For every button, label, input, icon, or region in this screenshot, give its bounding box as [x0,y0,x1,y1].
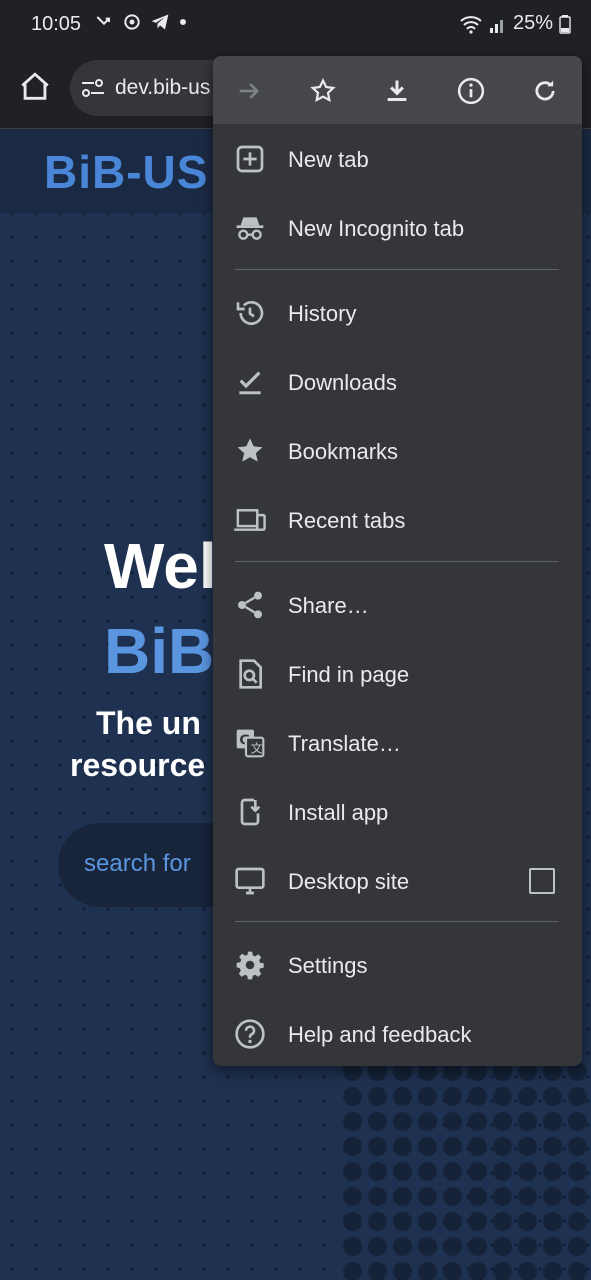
downloads-icon [239,371,261,395]
hero-tagline-line2: resource [70,747,206,783]
menu-item-label: Share… [288,593,369,618]
wifi-icon [460,15,482,34]
menu-item-install-app[interactable]: Install app [213,780,582,844]
menu-item-new-incognito-tab[interactable]: New Incognito tab [213,196,582,260]
menu-item-bookmarks[interactable]: Bookmarks [213,419,582,483]
share-icon [238,591,262,619]
notification-icons [94,12,188,32]
refresh-icon [535,80,555,101]
desktop-site-checkbox[interactable] [529,868,555,894]
hero-title-line1: Wel [104,530,217,602]
translate-icon: G文 [236,729,265,758]
battery-percentage: 25% [512,12,553,34]
status-right: 25% [459,12,571,35]
desktop-site-icon [235,867,265,895]
menu-item-find-in-page[interactable]: Find in page [213,642,582,706]
page-info-button[interactable] [449,69,493,113]
url-text: dev.bib-us [115,76,211,99]
menu-divider [235,561,559,562]
site-settings-icon[interactable] [80,76,106,100]
download-page-button[interactable] [375,69,419,113]
settings-icon [236,951,264,980]
menu-item-translate[interactable]: G文 Translate… [213,711,582,775]
menu-item-label: Bookmarks [288,439,399,464]
app-notification-icon [124,14,140,30]
menu-item-desktop-site[interactable]: Desktop site [213,849,582,913]
download-icon [387,80,407,102]
menu-item-settings[interactable]: Settings [213,933,582,997]
forward-button[interactable] [227,69,271,113]
menu-item-label: New Incognito tab [288,216,465,241]
menu-item-label: History [288,301,357,326]
bookmarks-icon [237,438,263,462]
menu-item-help-and-feedback[interactable]: Help and feedback [213,1002,582,1066]
browser-overflow-menu: New tab New Incognito tab History Downlo… [213,56,582,1066]
install-app-icon [240,798,261,826]
site-logo[interactable]: BiB-US [44,145,208,199]
status-bar: 10:05 25% [0,0,591,48]
menu-item-label: Desktop site [288,869,410,894]
find-in-page-icon [239,659,262,689]
missed-call-icon [96,16,110,26]
menu-item-recent-tabs[interactable]: Recent tabs [213,488,582,552]
status-time: 10:05 [31,13,82,35]
battery-icon [559,14,571,34]
incognito-icon [236,217,264,240]
star-icon [310,77,336,103]
hero-title-line2: BiB [104,615,215,687]
hero-tagline-line1: The un [96,705,201,741]
menu-item-label: Downloads [288,370,397,395]
menu-divider [235,269,559,270]
menu-divider [235,921,559,922]
menu-item-history[interactable]: History [213,281,582,345]
menu-item-label: Help and feedback [288,1022,472,1047]
menu-item-label: New tab [288,147,369,172]
menu-item-label: Install app [288,800,389,825]
menu-item-new-tab[interactable]: New tab [213,127,582,191]
telegram-icon [151,14,169,30]
svg-text:文: 文 [251,740,263,755]
reload-button[interactable] [523,69,567,113]
menu-item-label: Find in page [288,662,410,687]
new-tab-icon [236,145,264,173]
home-icon[interactable] [18,70,52,104]
more-notifications-dot-icon [180,19,186,25]
recent-tabs-icon [234,509,266,531]
forward-icon [239,83,259,99]
info-icon [457,77,485,105]
history-icon [236,301,264,325]
bookmark-this-page-button[interactable] [301,69,345,113]
decorative-dot-pattern [340,1059,591,1280]
menu-item-label: Translate… [288,731,401,756]
search-placeholder: search for [84,850,191,877]
menu-action-row [213,56,582,124]
menu-item-share[interactable]: Share… [213,573,582,637]
menu-item-downloads[interactable]: Downloads [213,350,582,414]
signal-icon [489,19,503,33]
menu-item-label: Recent tabs [288,508,406,533]
help-icon [235,1019,265,1049]
menu-item-label: Settings [288,953,368,978]
